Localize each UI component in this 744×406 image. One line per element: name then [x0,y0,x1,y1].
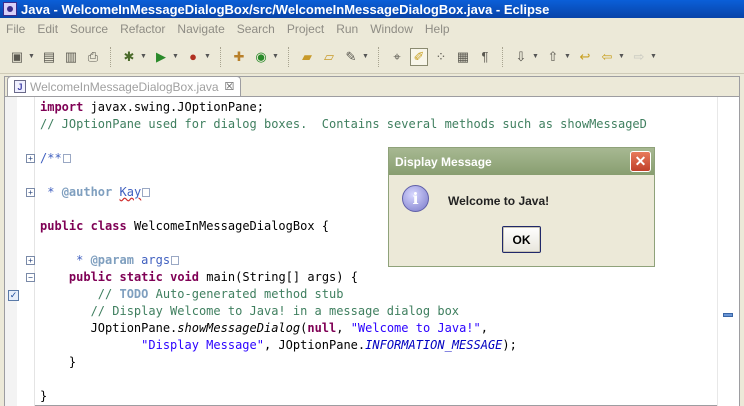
back-icon[interactable]: ⇦ [598,48,616,66]
editor-tab-bar: J WelcomeInMessageDialogBox.java ☒ [5,76,739,97]
collapsed-block-icon[interactable] [171,256,180,265]
chevron-down-icon[interactable]: ▼ [650,53,657,60]
tab-label: WelcomeInMessageDialogBox.java [30,79,219,94]
menu-run[interactable]: Run [330,22,364,36]
menu-project[interactable]: Project [281,22,330,36]
toolbar-separator [288,46,290,67]
eclipse-icon [3,2,17,16]
code-line: // JOptionPane used for dialog boxes. Co… [40,117,647,131]
menu-bar: File Edit Source Refactor Navigate Searc… [0,18,744,40]
code-line: /** [40,150,71,167]
toolbar-separator [110,46,112,67]
toggle-mark-occurrences-icon[interactable]: ⌖ [388,48,406,66]
code-line: // Display Welcome to Java! in a message… [40,304,460,318]
java-file-icon: J [14,80,26,93]
code-line: } [40,389,48,403]
open-type-icon[interactable]: ▰ [298,48,316,66]
previous-annotation-icon[interactable]: ⇧ [544,48,562,66]
menu-edit[interactable]: Edit [31,22,64,36]
fold-expand-icon[interactable]: + [26,256,35,265]
tab-welcome-java[interactable]: J WelcomeInMessageDialogBox.java ☒ [7,76,242,96]
menu-source[interactable]: Source [64,22,114,36]
search-icon[interactable]: ✎ [342,48,360,66]
toolbar: ▣ ▼ ▤ ▥ ⎙ ✱ ▼ ▶ ▼ ● ▼ ✚ ◉ ▼ ▰ ▱ ✎ ▼ ⌖ ✐ ⁘ ▦ ¶ … [0,40,744,74]
save-icon[interactable]: ▤ [40,48,58,66]
overview-ruler [717,97,739,406]
new-java-project-icon[interactable]: ✚ [230,48,248,66]
dialog-title-bar[interactable]: Display Message ✕ [389,148,654,175]
ok-button[interactable]: OK [502,226,541,253]
chevron-down-icon[interactable]: ▼ [172,53,179,60]
toolbar-separator [220,46,222,67]
close-tab-icon[interactable]: ☒ [225,80,235,93]
code-line: import javax.swing.JOptionPane; [40,100,264,114]
dialog-message: Welcome to Java! [448,194,550,208]
collapsed-block-icon[interactable] [62,154,71,163]
show-source-icon[interactable]: ¶ [476,48,494,66]
menu-refactor[interactable]: Refactor [114,22,171,36]
marker-bar [5,97,17,406]
chevron-down-icon[interactable]: ▼ [532,53,539,60]
title-bar: Java - WelcomeInMessageDialogBox/src/Wel… [0,0,744,18]
run-external-icon[interactable]: ● [184,48,202,66]
new-icon[interactable]: ▣ [8,48,26,66]
chevron-down-icon[interactable]: ▼ [362,53,369,60]
new-class-icon[interactable]: ◉ [252,48,270,66]
open-resource-icon[interactable]: ▱ [320,48,338,66]
toggle-highlight-icon[interactable]: ✐ [410,47,428,66]
code-line: public static void main(String[] args) { [68,270,358,284]
code-line: * @author Kay [40,184,151,201]
code-line: "Display Message", JOptionPane.INFORMATI… [141,338,517,352]
chevron-down-icon[interactable]: ▼ [564,53,571,60]
print-icon[interactable]: ⎙ [84,48,102,66]
dialog-title: Display Message [395,154,492,169]
menu-help[interactable]: Help [419,22,456,36]
code-line: JOptionPane.showMessageDialog(null, "Wel… [40,321,488,335]
show-whitespace-icon[interactable]: ⁘ [432,48,450,66]
chevron-down-icon[interactable]: ▼ [140,53,147,60]
code-line: public class WelcomeInMessageDialogBox { [40,219,330,233]
fold-expand-icon[interactable]: + [26,188,35,197]
task-overview-marker[interactable] [723,313,733,317]
chevron-down-icon[interactable]: ▼ [618,53,625,60]
save-all-icon[interactable]: ▥ [62,48,80,66]
toolbar-separator [378,46,380,67]
last-edit-icon[interactable]: ↩ [576,48,594,66]
task-marker-icon[interactable]: ✓ [8,290,19,301]
forward-icon[interactable]: ⇨ [630,48,648,66]
menu-navigate[interactable]: Navigate [171,22,230,36]
run-icon[interactable]: ▶ [152,48,170,66]
menu-file[interactable]: File [0,22,31,36]
toolbar-separator [502,46,504,67]
chevron-down-icon[interactable]: ▼ [28,53,35,60]
editor-gutter: + + + − ✓ [5,97,35,406]
code-line: * @param args [40,252,180,269]
message-dialog: Display Message ✕ i Welcome to Java! OK [388,147,655,267]
next-annotation-icon[interactable]: ⇩ [512,48,530,66]
block-selection-icon[interactable]: ▦ [454,48,472,66]
fold-expand-icon[interactable]: + [26,154,35,163]
code-line: // TODO Auto-generated method stub [40,287,344,301]
fold-collapse-icon[interactable]: − [26,273,35,282]
window-title: Java - WelcomeInMessageDialogBox/src/Wel… [21,1,550,17]
close-icon[interactable]: ✕ [630,151,651,172]
information-icon: i [402,185,429,212]
debug-icon[interactable]: ✱ [120,48,138,66]
menu-search[interactable]: Search [231,22,281,36]
collapsed-block-icon[interactable] [142,188,151,197]
menu-window[interactable]: Window [364,22,419,36]
chevron-down-icon[interactable]: ▼ [204,53,211,60]
chevron-down-icon[interactable]: ▼ [272,53,279,60]
code-line: } [40,355,77,369]
